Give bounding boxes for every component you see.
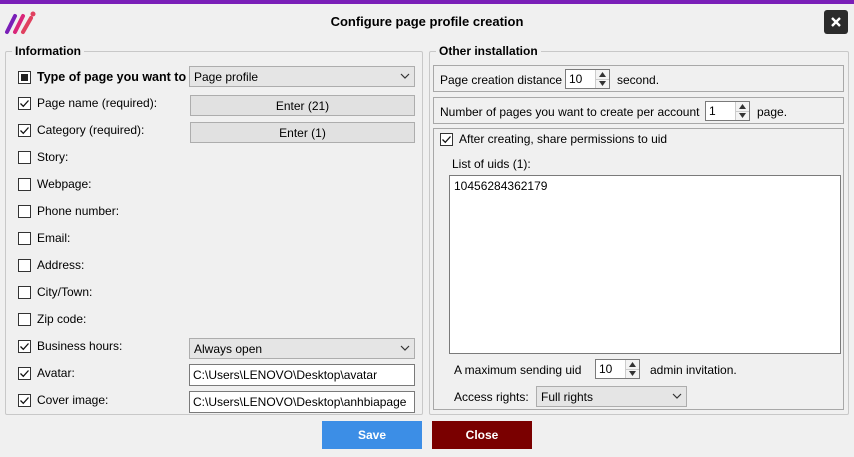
uid-list-textarea[interactable]: 10456284362179 bbox=[449, 175, 841, 354]
page-type-row[interactable]: Type of page you want to bbox=[18, 69, 186, 85]
uid-entry: 10456284362179 bbox=[454, 179, 548, 193]
checkbox-checked[interactable] bbox=[18, 366, 31, 380]
spinner-arrows[interactable] bbox=[735, 102, 749, 120]
pages-per-account-label: Number of pages you want to create per a… bbox=[440, 105, 700, 119]
save-button[interactable]: Save bbox=[322, 421, 422, 449]
field-city[interactable]: City/Town: bbox=[18, 284, 92, 300]
spin-up-icon[interactable] bbox=[596, 70, 609, 80]
title-bar: Configure page profile creation bbox=[0, 4, 854, 40]
access-rights-value: Full rights bbox=[541, 389, 594, 404]
avatar-path-input[interactable]: C:\Users\LENOVO\Desktop\avatar bbox=[189, 364, 415, 386]
field-label: Cover image: bbox=[37, 393, 109, 407]
field-label: Story: bbox=[37, 150, 69, 164]
checkbox-unchecked[interactable] bbox=[18, 150, 31, 164]
checkbox-checked[interactable] bbox=[18, 123, 31, 137]
access-rights-label: Access rights: bbox=[454, 390, 529, 404]
field-label: City/Town: bbox=[37, 285, 93, 299]
window-title: Configure page profile creation bbox=[330, 14, 524, 29]
close-icon[interactable] bbox=[824, 10, 848, 34]
spinner-arrows[interactable] bbox=[625, 360, 639, 378]
field-page-name[interactable]: Page name (required): bbox=[18, 95, 157, 111]
field-email[interactable]: Email: bbox=[18, 230, 70, 246]
share-permissions-label: After creating, share permissions to uid bbox=[459, 132, 668, 146]
field-zip[interactable]: Zip code: bbox=[18, 311, 86, 327]
field-label: Business hours: bbox=[37, 339, 123, 353]
distance-label: Page creation distance bbox=[440, 73, 563, 87]
page-type-checkbox[interactable] bbox=[18, 70, 31, 84]
checkbox-unchecked[interactable] bbox=[18, 285, 31, 299]
checkbox-unchecked[interactable] bbox=[18, 258, 31, 272]
check-icon bbox=[20, 342, 29, 350]
chevron-down-icon bbox=[400, 345, 410, 351]
checkbox-unchecked[interactable] bbox=[18, 177, 31, 191]
field-label: Webpage: bbox=[37, 177, 92, 191]
field-address[interactable]: Address: bbox=[18, 257, 84, 273]
spin-down-icon[interactable] bbox=[626, 369, 639, 378]
close-button[interactable]: Close bbox=[432, 421, 532, 449]
access-rights-select[interactable]: Full rights bbox=[536, 386, 687, 407]
distance-unit: second. bbox=[617, 73, 660, 87]
field-webpage[interactable]: Webpage: bbox=[18, 176, 92, 192]
field-business-hours[interactable]: Business hours: bbox=[18, 338, 122, 354]
max-uid-value: 10 bbox=[599, 362, 613, 376]
pages-per-account-spinner[interactable]: 1 bbox=[705, 101, 750, 121]
check-icon bbox=[20, 99, 29, 107]
field-label: Category (required): bbox=[37, 123, 145, 137]
spin-down-icon[interactable] bbox=[736, 111, 749, 120]
distance-value: 10 bbox=[569, 72, 583, 86]
other-installation-title: Other installation bbox=[436, 44, 541, 58]
pages-per-account-unit: page. bbox=[757, 105, 788, 119]
checkbox-checked[interactable] bbox=[440, 132, 453, 146]
page-type-value: Page profile bbox=[194, 69, 259, 84]
check-icon bbox=[20, 369, 29, 377]
chevron-down-icon bbox=[672, 393, 682, 399]
distance-spinner[interactable]: 10 bbox=[565, 69, 610, 89]
checkbox-unchecked[interactable] bbox=[18, 312, 31, 326]
page-type-label: Type of page you want to bbox=[37, 70, 187, 84]
checkbox-checked[interactable] bbox=[18, 393, 31, 407]
page-type-select[interactable]: Page profile bbox=[189, 66, 415, 87]
max-uid-label: A maximum sending uid bbox=[454, 363, 582, 377]
check-icon bbox=[442, 135, 451, 143]
max-uid-spinner[interactable]: 10 bbox=[595, 359, 640, 379]
uid-list-label: List of uids (1): bbox=[452, 157, 531, 171]
checkbox-checked[interactable] bbox=[18, 339, 31, 353]
field-avatar[interactable]: Avatar: bbox=[18, 365, 75, 381]
checkbox-checked[interactable] bbox=[18, 96, 31, 110]
spinner-arrows[interactable] bbox=[595, 70, 609, 88]
checkbox-unchecked[interactable] bbox=[18, 231, 31, 245]
share-permissions-row[interactable]: After creating, share permissions to uid bbox=[440, 131, 667, 147]
information-title: Information bbox=[12, 44, 84, 58]
business-hours-select[interactable]: Always open bbox=[189, 338, 415, 359]
spin-up-icon[interactable] bbox=[736, 102, 749, 112]
spin-down-icon[interactable] bbox=[596, 79, 609, 88]
category-enter-button[interactable]: Enter (1) bbox=[190, 122, 415, 143]
field-cover-image[interactable]: Cover image: bbox=[18, 392, 108, 408]
field-label: Phone number: bbox=[37, 204, 120, 218]
cover-path-input[interactable]: C:\Users\LENOVO\Desktop\anhbiapage bbox=[189, 391, 415, 413]
field-label: Avatar: bbox=[37, 366, 75, 380]
field-label: Zip code: bbox=[37, 312, 87, 326]
business-hours-value: Always open bbox=[194, 341, 263, 356]
chevron-down-icon bbox=[400, 73, 410, 79]
field-label: Address: bbox=[37, 258, 85, 272]
checkbox-unchecked[interactable] bbox=[18, 204, 31, 218]
field-story[interactable]: Story: bbox=[18, 149, 68, 165]
page-name-enter-button[interactable]: Enter (21) bbox=[190, 95, 415, 116]
check-icon bbox=[20, 396, 29, 404]
spin-up-icon[interactable] bbox=[626, 360, 639, 370]
field-phone[interactable]: Phone number: bbox=[18, 203, 119, 219]
field-label: Page name (required): bbox=[37, 96, 158, 110]
field-category[interactable]: Category (required): bbox=[18, 122, 144, 138]
field-label: Email: bbox=[37, 231, 71, 245]
pages-per-account-value: 1 bbox=[709, 104, 716, 118]
check-icon bbox=[20, 126, 29, 134]
max-uid-unit: admin invitation. bbox=[650, 363, 737, 377]
